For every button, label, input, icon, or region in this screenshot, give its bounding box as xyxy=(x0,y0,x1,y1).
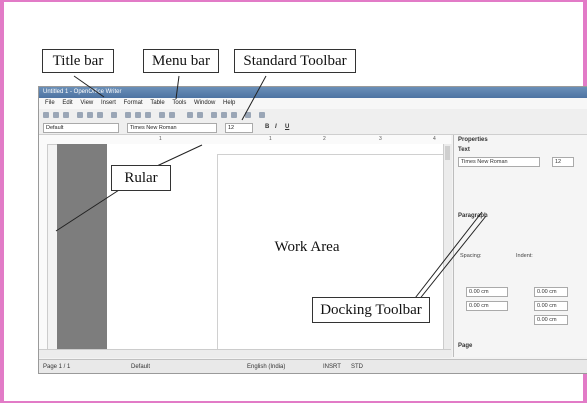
menu-bar-callout: Menu bar xyxy=(143,49,219,73)
figure-frame: Untitled 1 - OpenOffice Writer File Edit… xyxy=(0,0,587,403)
docking-toolbar-callout: Docking Toolbar xyxy=(312,297,430,323)
title-bar-callout: Title bar xyxy=(42,49,114,73)
ruler-callout: Rular xyxy=(111,165,171,191)
standard-toolbar-callout: Standard Toolbar xyxy=(234,49,356,73)
work-area-label: Work Area xyxy=(274,239,340,255)
